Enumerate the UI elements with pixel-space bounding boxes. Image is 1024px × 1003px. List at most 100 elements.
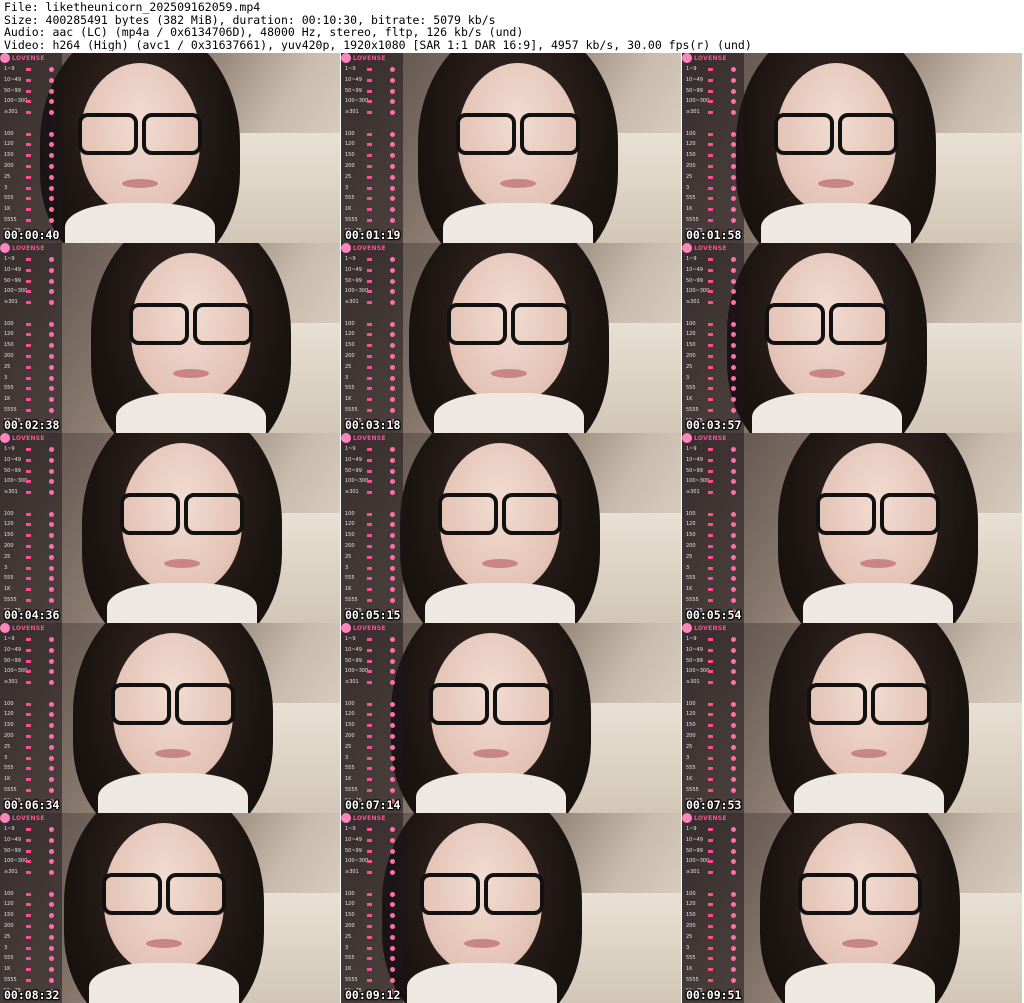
overlay-level-row: 3 [345,944,401,953]
level-bar-icon [367,365,372,369]
overlay-level-row: 150 [686,151,742,160]
overlay-level-value: 50~99 [686,847,703,854]
overlay-level-row: 1K [345,395,401,404]
overlay-level-row: 150 [4,151,60,160]
overlay-level-row: 50~99 [345,657,401,666]
level-dot-icon [390,185,395,191]
overlay-level-value: 200 [686,163,696,170]
video-thumbnail[interactable]: LOVENSE 1~9 10~49 50~99 100~300 ≥301 100 120 150… [0,433,340,623]
level-dot-icon [49,777,54,783]
level-dot-icon [49,407,54,413]
lovense-overlay: LOVENSE 1~9 10~49 50~99 100~300 ≥301 100 120 150… [341,53,403,243]
level-bar-icon [708,143,713,147]
level-bar-icon [26,469,31,473]
video-thumbnail[interactable]: LOVENSE 1~9 10~49 50~99 100~300 ≥301 100 120 150… [341,53,681,243]
overlay-level-value: 25 [4,933,11,940]
level-dot-icon [731,787,736,793]
video-thumbnail[interactable]: LOVENSE 1~9 10~49 50~99 100~300 ≥301 100 120 150… [0,813,340,1003]
overlay-level-value: 1K [686,396,693,403]
lovense-overlay: LOVENSE 1~9 10~49 50~99 100~300 ≥301 100 120 150… [682,433,744,623]
video-thumbnail[interactable]: LOVENSE 1~9 10~49 50~99 100~300 ≥301 100 120 150… [682,433,1022,623]
level-dot-icon [49,131,54,137]
video-thumbnail[interactable]: LOVENSE 1~9 10~49 50~99 100~300 ≥301 100 120 150… [682,243,1022,433]
overlay-level-value: 200 [4,733,14,740]
clothing [416,773,566,813]
level-dot-icon [731,131,736,137]
overlay-level-row: 10~49 [4,836,60,845]
level-dot-icon [731,142,736,148]
level-dot-icon [731,164,736,170]
level-bar-icon [26,355,31,359]
level-bar-icon [708,681,713,685]
overlay-level-row: 5555 [4,406,60,415]
level-dot-icon [49,902,54,908]
overlay-level-row: 150 [4,531,60,540]
overlay-level-row: 1~9 [686,445,742,454]
level-dot-icon [49,88,54,94]
level-bar-icon [367,871,372,875]
overlay-level-row: 25 [345,933,401,942]
video-thumbnail[interactable]: LOVENSE 1~9 10~49 50~99 100~300 ≥301 100 120 150… [341,623,681,813]
clothing [752,393,902,433]
overlay-level-row: 555 [686,194,742,203]
overlay-level-value: 5555 [686,406,699,413]
video-thumbnail[interactable]: LOVENSE 1~9 10~49 50~99 100~300 ≥301 100 120 150… [341,243,681,433]
level-bar-icon [367,978,372,982]
level-bar-icon [367,638,372,641]
overlay-level-value: 555 [686,575,696,582]
video-thumbnail[interactable]: LOVENSE 1~9 10~49 50~99 100~300 ≥301 100 120 150… [0,623,340,813]
overlay-level-row: 120 [4,710,60,719]
level-bar-icon [26,892,31,896]
overlay-level-value: 100~300 [686,668,710,675]
level-bar-icon [26,344,31,348]
level-bar-icon [708,828,713,831]
overlay-level-row: 555 [4,194,60,203]
overlay-level-value: 10~49 [686,456,703,463]
video-thumbnail[interactable]: LOVENSE 1~9 10~49 50~99 100~300 ≥301 100 120 150… [682,623,1022,813]
clothing [803,583,953,623]
overlay-level-value: 150 [686,532,696,539]
level-dot-icon [731,680,736,686]
lips [500,179,536,188]
overlay-level-row: 50~99 [4,87,60,96]
overlay-level-value: 1K [686,586,693,593]
level-bar-icon [26,333,31,337]
overlay-level-value: 25 [345,173,352,180]
overlay-level-row: ≥301 [4,298,60,307]
level-dot-icon [731,522,736,528]
glasses [765,303,889,345]
video-thumbnail[interactable]: LOVENSE 1~9 10~49 50~99 100~300 ≥301 100 120 150… [682,813,1022,1003]
overlay-level-value: 25 [345,363,352,370]
level-dot-icon [49,734,54,740]
level-dot-icon [731,587,736,593]
level-dot-icon [731,267,736,273]
level-dot-icon [390,848,395,854]
file-size-line: Size: 400285491 bytes (382 MiB), duratio… [4,13,496,26]
level-dot-icon [390,88,395,94]
overlay-level-value: 1K [345,586,352,593]
level-dot-icon [390,587,395,593]
overlay-level-row: 200 [686,922,742,931]
video-thumbnail[interactable]: LOVENSE 1~9 10~49 50~99 100~300 ≥301 100 120 150… [341,433,681,623]
overlay-level-value: 10~49 [4,646,21,653]
overlay-level-value: 25 [4,743,11,750]
overlay-level-value: 1~9 [4,826,15,832]
overlay-level-value: 5555 [4,216,17,223]
level-dot-icon [390,142,395,148]
overlay-level-value: 200 [345,733,355,740]
overlay-level-value: 100~300 [686,288,710,295]
overlay-level-value: 120 [4,141,14,148]
video-thumbnail[interactable]: LOVENSE 1~9 10~49 50~99 100~300 ≥301 100 120 150… [0,243,340,433]
overlay-level-value: 150 [4,342,14,349]
level-bar-icon [367,143,372,147]
overlay-level-row: 25 [345,173,401,182]
overlay-level-value: 100 [345,700,355,707]
video-thumbnail[interactable]: LOVENSE 1~9 10~49 50~99 100~300 ≥301 100 120 150… [682,53,1022,243]
video-thumbnail[interactable]: LOVENSE 1~9 10~49 50~99 100~300 ≥301 100 120 150… [0,53,340,243]
video-thumbnail[interactable]: LOVENSE 1~9 10~49 50~99 100~300 ≥301 100 120 150… [341,813,681,1003]
overlay-level-value: 200 [686,543,696,550]
overlay-level-row: 1~9 [4,825,60,834]
overlay-level-value: 5555 [686,216,699,223]
level-dot-icon [390,787,395,793]
level-bar-icon [708,111,713,115]
